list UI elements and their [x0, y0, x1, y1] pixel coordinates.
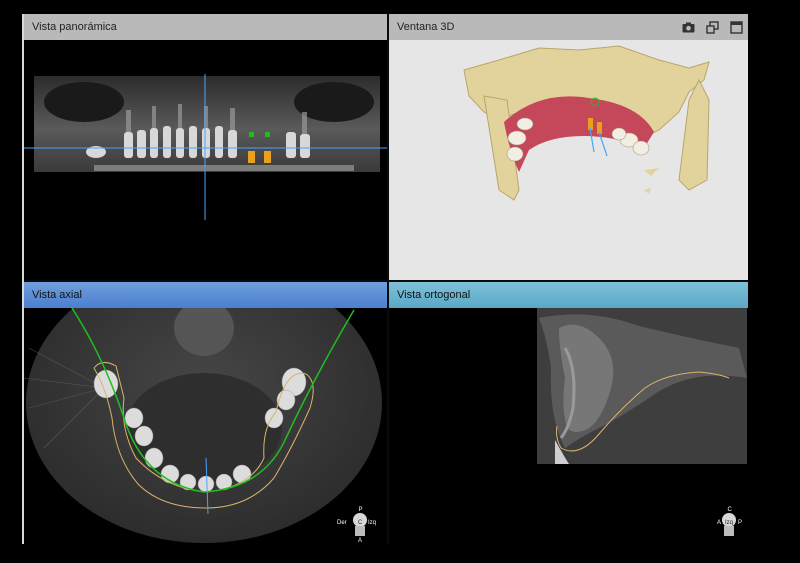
view3d-viewport[interactable] — [389, 40, 748, 280]
panoramic-viewport[interactable] — [24, 40, 387, 280]
orient-label-right: Izq — [368, 520, 376, 526]
orient-label-right: P — [738, 520, 742, 526]
axial-image[interactable]: P Der C Izq A — [24, 282, 387, 544]
orient-label-center: C — [358, 520, 363, 526]
axial-viewport[interactable]: P Der C Izq A — [24, 282, 387, 544]
orthogonal-pane: Vista ortogonal C A Izq P — [389, 282, 748, 544]
view3d-pane-title: Ventana 3D — [397, 21, 455, 33]
orient-label-left: Der — [337, 520, 347, 526]
camera-icon[interactable] — [680, 19, 696, 35]
orient-label-top: C — [728, 507, 733, 513]
axial-pane: Vista axial P Der C Izq A — [24, 282, 387, 544]
orthogonal-image[interactable]: C A Izq P — [389, 308, 748, 544]
axial-pane-title: Vista axial — [32, 289, 82, 301]
orient-label-top: P — [359, 507, 363, 513]
view3d-pane: Ventana 3D — [389, 14, 748, 280]
panoramic-image[interactable] — [24, 40, 387, 280]
panoramic-pane: Vista panorámica — [24, 14, 387, 280]
orient-label-left: A — [717, 520, 721, 526]
main-viewer: Vista panorámica Ventana 3D Vista axial … — [22, 14, 748, 544]
orthogonal-pane-header[interactable]: Vista ortogonal — [389, 282, 748, 308]
restore-window-icon[interactable] — [704, 19, 720, 35]
view3d-pane-header[interactable]: Ventana 3D — [389, 14, 748, 40]
view3d-model[interactable] — [389, 40, 748, 280]
orthogonal-viewport[interactable]: C A Izq P — [389, 308, 748, 544]
maximize-icon[interactable] — [728, 19, 744, 35]
axial-pane-header[interactable]: Vista axial — [24, 282, 387, 308]
orient-label-bottom: A — [358, 538, 362, 544]
orientation-cube[interactable]: P Der C Izq A — [337, 507, 376, 544]
panoramic-pane-title: Vista panorámica — [32, 21, 117, 33]
orientation-cube[interactable]: C A Izq P — [717, 507, 742, 536]
orient-label-center: Izq — [725, 520, 733, 526]
panoramic-pane-header[interactable]: Vista panorámica — [24, 14, 387, 40]
orthogonal-pane-title: Vista ortogonal — [397, 289, 471, 301]
